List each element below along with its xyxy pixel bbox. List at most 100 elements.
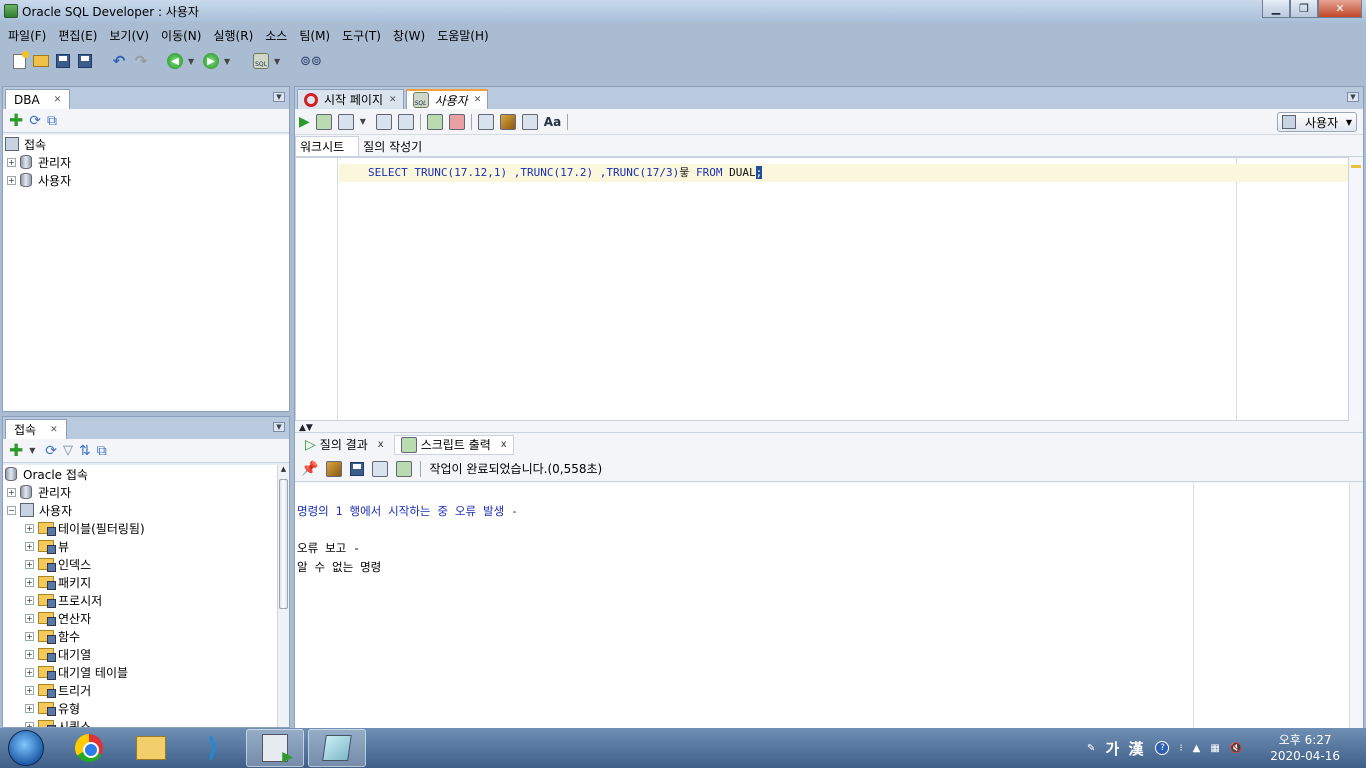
commit-icon[interactable] bbox=[337, 113, 354, 130]
tree-scrollbar[interactable]: ▲ bbox=[277, 465, 289, 727]
close-icon[interactable]: ✕ bbox=[474, 95, 482, 105]
undo-button[interactable]: ↶ bbox=[110, 52, 128, 70]
redo-button[interactable]: ↷ bbox=[132, 52, 150, 70]
tree-item-user[interactable]: + 사용자 bbox=[3, 171, 289, 189]
tree-item-queue-tables[interactable]: + 대기열 테이블 bbox=[3, 663, 289, 681]
commit-transaction-icon[interactable] bbox=[426, 113, 443, 130]
minimize-panel-icon[interactable]: ▼ bbox=[273, 92, 285, 102]
rollback-icon[interactable] bbox=[448, 113, 465, 130]
close-icon[interactable]: ✕ bbox=[50, 425, 58, 435]
tree-item-functions[interactable]: + 함수 bbox=[3, 627, 289, 645]
tree-item-indexes[interactable]: + 인덱스 bbox=[3, 555, 289, 573]
expand-icon[interactable]: + bbox=[25, 631, 34, 641]
expand-icon[interactable]: + bbox=[7, 487, 16, 497]
scrollbar-thumb[interactable] bbox=[279, 479, 288, 609]
sql-history-icon[interactable] bbox=[521, 113, 538, 130]
sql-worksheet-dropdown-arrow[interactable]: ▼ bbox=[274, 57, 284, 66]
help-icon[interactable]: ? bbox=[1155, 741, 1170, 755]
clock[interactable]: 오후 6:27 2020-04-16 bbox=[1270, 732, 1340, 764]
menu-team[interactable]: 팀(M) bbox=[294, 27, 337, 44]
script-output[interactable]: 명령의 1 행에서 시작하는 중 오류 발생 - 오류 보고 - 알 수 없는 … bbox=[295, 483, 1349, 729]
collapse-all-icon[interactable]: ⧉ bbox=[47, 113, 57, 129]
tab-user-worksheet[interactable]: SQL 사용자 ✕ bbox=[405, 89, 489, 109]
taskbar-vscode[interactable]: ⟩ bbox=[184, 729, 242, 767]
tree-item-tables[interactable]: + 테이블(필터링됨) bbox=[3, 519, 289, 537]
refresh-icon[interactable]: ⟳ bbox=[45, 443, 57, 459]
expand-icon[interactable]: + bbox=[25, 577, 34, 587]
sql-tuning-icon[interactable] bbox=[477, 113, 494, 130]
tree-item-admin[interactable]: + 관리자 bbox=[3, 483, 289, 501]
taskbar-sql-developer[interactable] bbox=[246, 729, 304, 767]
open-output-icon[interactable] bbox=[396, 460, 413, 477]
add-connection-icon[interactable]: ✚ bbox=[9, 111, 23, 131]
save-button[interactable] bbox=[54, 52, 72, 70]
start-button[interactable] bbox=[8, 730, 44, 766]
print-icon[interactable] bbox=[372, 460, 389, 477]
back-button[interactable]: ◀ bbox=[166, 52, 184, 70]
tree-item-packages[interactable]: + 패키지 bbox=[3, 573, 289, 591]
ime-tool-icon[interactable]: ✎ bbox=[1087, 743, 1095, 754]
minimize-button[interactable]: ▁ bbox=[1262, 0, 1290, 18]
menu-help[interactable]: 도움말(H) bbox=[432, 27, 496, 44]
tree-item-views[interactable]: + 뷰 bbox=[3, 537, 289, 555]
minimize-panel-icon[interactable]: ▼ bbox=[1347, 92, 1359, 102]
find-db-object-button[interactable]: ⊚⊚ bbox=[300, 52, 322, 70]
new-button[interactable] bbox=[10, 50, 29, 70]
minimize-panel-icon[interactable]: ▼ bbox=[273, 422, 285, 432]
forward-dropdown-arrow[interactable]: ▼ bbox=[224, 57, 234, 66]
menu-source[interactable]: 소스 bbox=[260, 27, 294, 44]
sql-worksheet-button[interactable]: SQL bbox=[252, 52, 270, 70]
taskbar-notepad[interactable] bbox=[308, 729, 366, 767]
tree-item-types[interactable]: + 유형 bbox=[3, 699, 289, 717]
tab-dba[interactable]: DBA ✕ bbox=[5, 89, 71, 109]
tree-item-oracle-connections[interactable]: Oracle 접속 bbox=[3, 465, 289, 483]
to-upper-lower-icon[interactable]: Aa bbox=[544, 115, 561, 129]
volume-muted-icon[interactable]: 🔇 bbox=[1230, 743, 1242, 754]
expand-icon[interactable]: + bbox=[25, 541, 34, 551]
close-icon[interactable]: ✕ bbox=[54, 95, 62, 105]
collapse-icon[interactable]: − bbox=[7, 505, 16, 515]
open-button[interactable] bbox=[32, 52, 50, 70]
tree-item-sequences[interactable]: + 시퀀스 bbox=[3, 717, 289, 727]
tree-item-operators[interactable]: + 연산자 bbox=[3, 609, 289, 627]
refresh-icon[interactable]: ⟳ bbox=[29, 113, 41, 129]
menu-view[interactable]: 보기(V) bbox=[104, 27, 156, 44]
save-output-icon[interactable] bbox=[350, 461, 365, 476]
collapse-all-icon[interactable]: ⧉ bbox=[97, 443, 107, 459]
run-statement-icon[interactable]: ▶ bbox=[299, 114, 310, 130]
filter-icon[interactable]: ▽ bbox=[63, 443, 73, 458]
menu-run[interactable]: 실행(R) bbox=[208, 27, 260, 44]
run-script-icon[interactable] bbox=[315, 113, 332, 130]
tab-script-output[interactable]: 스크립트 출력 x bbox=[393, 434, 514, 455]
expand-icon[interactable]: + bbox=[25, 703, 34, 713]
ime-settings-icon[interactable]: ⁝ bbox=[1179, 743, 1182, 754]
schema-browser-icon[interactable]: ⇅ bbox=[79, 443, 91, 459]
autotrace-icon[interactable] bbox=[397, 113, 414, 130]
menu-file[interactable]: 파일(F) bbox=[3, 27, 53, 44]
expand-icon[interactable]: + bbox=[25, 667, 34, 677]
pin-icon[interactable]: 📌 bbox=[301, 461, 318, 477]
add-connection-icon[interactable]: ✚ bbox=[9, 441, 23, 461]
scroll-up-arrow[interactable]: ▲ bbox=[278, 465, 289, 477]
close-icon[interactable]: ✕ bbox=[389, 95, 397, 105]
tab-worksheet[interactable]: 워크시트 bbox=[295, 136, 360, 156]
tree-item-triggers[interactable]: + 트리거 bbox=[3, 681, 289, 699]
expand-icon[interactable]: + bbox=[25, 721, 34, 727]
forward-button[interactable]: ▶ bbox=[202, 52, 220, 70]
close-icon[interactable]: x bbox=[378, 439, 384, 450]
tab-query-result[interactable]: ▷ 질의 결과 x bbox=[299, 435, 390, 455]
clear-output-icon[interactable] bbox=[326, 460, 343, 477]
tree-item-connections[interactable]: 접속 bbox=[3, 135, 289, 153]
tab-connections[interactable]: 접속 ✕ bbox=[5, 419, 67, 439]
show-hidden-icons-chevron[interactable]: ▲ bbox=[1193, 743, 1201, 754]
close-icon[interactable]: x bbox=[501, 439, 507, 450]
expand-icon[interactable]: + bbox=[25, 685, 34, 695]
expand-icon[interactable]: + bbox=[25, 523, 34, 533]
add-connection-dropdown-arrow[interactable]: ▼ bbox=[29, 446, 39, 455]
menu-tools[interactable]: 도구(T) bbox=[337, 27, 388, 44]
clear-icon[interactable] bbox=[499, 113, 516, 130]
commit-dropdown-arrow[interactable]: ▼ bbox=[360, 117, 370, 126]
explain-plan-icon[interactable] bbox=[375, 113, 392, 130]
menu-edit[interactable]: 편집(E) bbox=[53, 27, 104, 44]
maximize-button[interactable]: ❐ bbox=[1290, 0, 1318, 18]
